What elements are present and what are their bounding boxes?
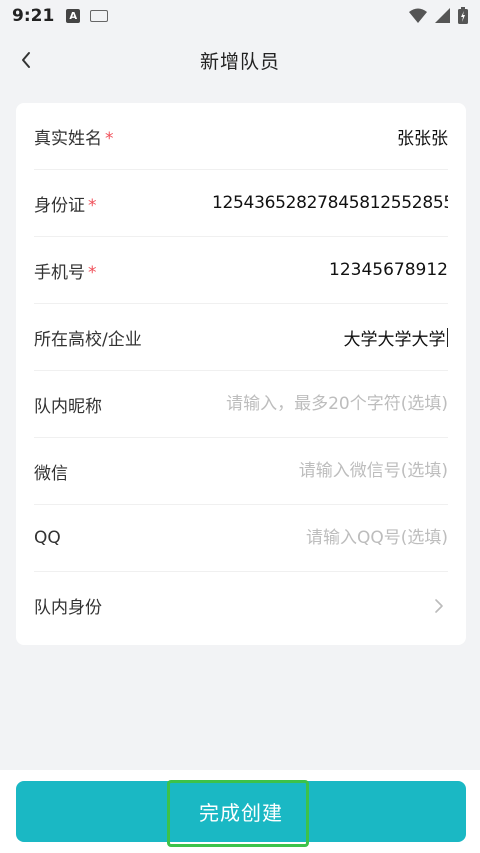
field-label: 身份证 *	[34, 195, 97, 216]
status-icons	[409, 7, 468, 24]
page-title: 新增队员	[199, 50, 280, 73]
field-wechat: 微信	[34, 438, 448, 505]
qq-input[interactable]	[188, 528, 448, 548]
keyboard-icon	[90, 10, 109, 22]
field-id-card: 身份证 *	[34, 170, 448, 237]
wifi-icon	[409, 8, 427, 23]
text-caret	[446, 327, 448, 347]
field-school-company: 所在高校/企业	[34, 304, 448, 371]
school-company-input-wrap	[225, 327, 448, 347]
member-form: 真实姓名* 身份证* 手机号* 所在高校/企业 队内昵称 微信 QQ 队内身份	[16, 103, 466, 645]
required-mark: *	[88, 262, 97, 283]
field-label: 队内昵称	[34, 396, 102, 417]
chevron-right-icon	[435, 598, 443, 613]
field-nickname: 队内昵称	[34, 371, 448, 438]
phone-input[interactable]	[188, 260, 448, 280]
real-name-input[interactable]	[188, 126, 448, 146]
nickname-input[interactable]	[198, 394, 448, 414]
signal-icon	[435, 8, 450, 23]
field-team-role[interactable]: 队内身份	[34, 572, 448, 639]
field-phone: 手机号 *	[34, 237, 448, 304]
complete-create-button[interactable]: 完成创建	[16, 781, 466, 842]
field-label: 真实姓名 *	[34, 128, 114, 149]
status-bar: 9:21 A	[0, 0, 480, 32]
battery-icon	[458, 7, 468, 24]
id-card-input[interactable]	[212, 193, 448, 213]
field-real-name: 真实姓名 *	[34, 103, 448, 170]
required-mark: *	[88, 195, 97, 216]
bottom-bar: 完成创建	[0, 770, 480, 853]
field-label: 队内身份	[34, 598, 102, 618]
field-label: 微信	[34, 463, 68, 484]
required-mark: *	[105, 128, 114, 149]
back-button[interactable]	[10, 44, 42, 76]
wechat-input[interactable]	[188, 461, 448, 481]
nav-bar: 新增队员	[0, 36, 480, 84]
field-qq: QQ	[34, 505, 448, 572]
chevron-left-icon	[22, 52, 30, 68]
notification-app-icon: A	[66, 9, 81, 23]
school-company-input[interactable]	[225, 327, 446, 347]
field-label: 所在高校/企业	[34, 329, 142, 350]
field-label: QQ	[34, 528, 61, 548]
status-time: 9:21	[12, 6, 55, 26]
field-label: 手机号 *	[34, 262, 97, 283]
